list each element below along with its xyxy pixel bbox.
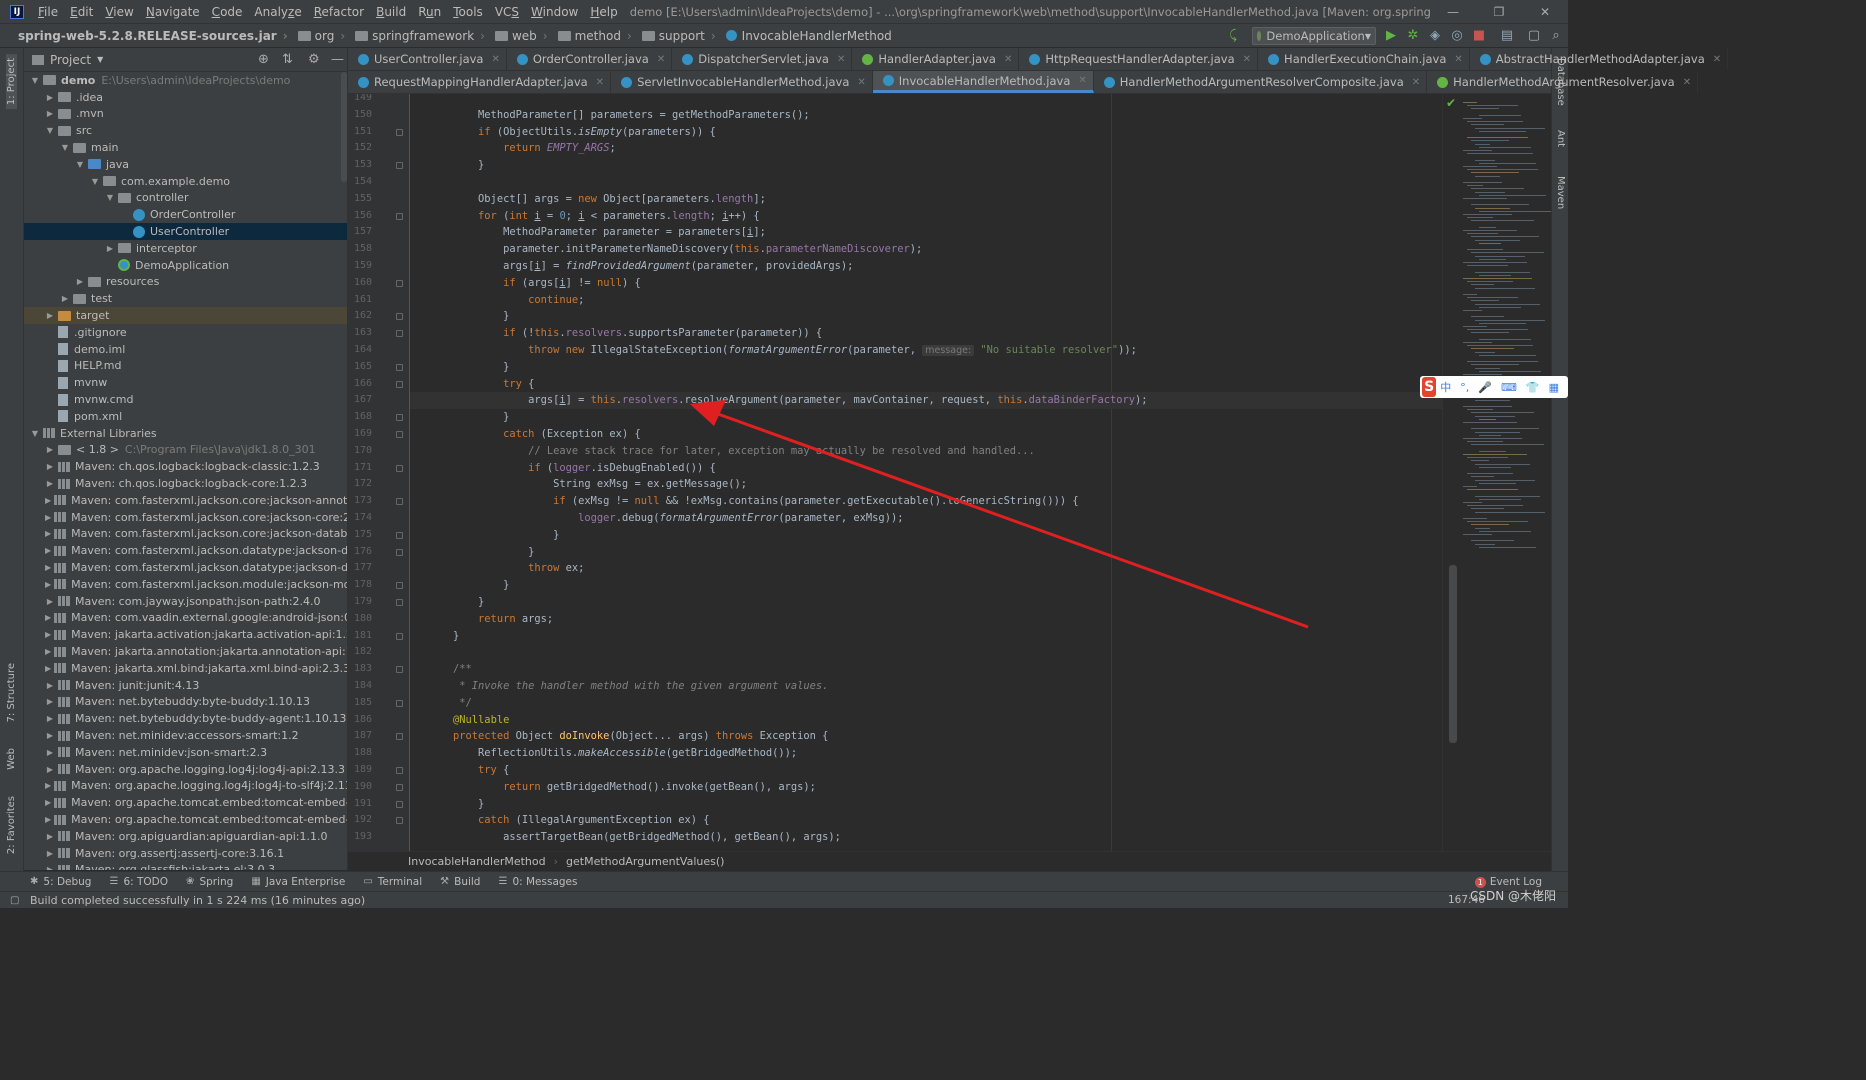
csdn-watermark: CSDN @木佬阳 bbox=[1470, 889, 1557, 903]
messages-icon: ☰ bbox=[498, 876, 508, 887]
arrow-head bbox=[690, 400, 726, 426]
close-icon[interactable]: ✕ bbox=[1713, 54, 1721, 65]
ime-skin-icon[interactable]: 👕 bbox=[1526, 381, 1540, 394]
tool-window-java-enterprise[interactable]: ▦ Java Enterprise bbox=[251, 876, 345, 888]
tool-window-label: 0: Messages bbox=[512, 875, 578, 888]
sogou-logo-icon[interactable]: S bbox=[1422, 377, 1437, 397]
ime-toolbox-icon[interactable]: ▦ bbox=[1549, 381, 1559, 394]
tool-window-bar: ✱ 5: Debug ☰ 6: TODO ❀ Spring ▦ Java Enterprise… bbox=[0, 871, 1568, 891]
editor-breadcrumb: InvocableHandlerMethod › getMethodArgume… bbox=[348, 851, 1551, 871]
breadcrumb-class[interactable]: InvocableHandlerMethod bbox=[408, 855, 546, 868]
enterprise-icon: ▦ bbox=[251, 876, 261, 887]
annotation-arrow bbox=[690, 400, 1309, 629]
tool-window-build[interactable]: ⚒ Build bbox=[440, 876, 480, 888]
tool-window-label: Build bbox=[454, 875, 481, 888]
toggle-tool-windows-icon[interactable]: ▢ bbox=[10, 895, 19, 906]
ime-keyboard-icon[interactable]: ⌨ bbox=[1501, 381, 1517, 394]
tool-window-label: Spring bbox=[199, 875, 234, 888]
tool-window-label: Terminal bbox=[377, 875, 423, 888]
tool-window-label: 6: TODO bbox=[123, 875, 169, 888]
breadcrumb-separator: › bbox=[553, 855, 559, 868]
ime-punctuation-icon[interactable]: °, bbox=[1460, 381, 1469, 394]
event-log-badge: 1 bbox=[1474, 876, 1486, 888]
status-bar: ▢ Build completed successfully in 1 s 22… bbox=[0, 891, 1568, 908]
tool-window--messages[interactable]: ☰ 0: Messages bbox=[498, 876, 577, 888]
arrow-shaft bbox=[717, 412, 1309, 629]
terminal-icon: ▭ bbox=[363, 876, 373, 887]
build-icon: ⚒ bbox=[440, 876, 450, 887]
tool-window--todo[interactable]: ☰ 6: TODO bbox=[109, 876, 168, 888]
tool-window--debug[interactable]: ✱ 5: Debug bbox=[30, 876, 91, 888]
ime-microphone-icon[interactable]: 🎤 bbox=[1478, 381, 1492, 394]
tool-window-terminal[interactable]: ▭ Terminal bbox=[363, 876, 422, 888]
close-icon[interactable]: ✕ bbox=[1683, 77, 1691, 88]
tool-window-label: 5: Debug bbox=[43, 875, 92, 888]
ime-chinese-mode[interactable]: 中 bbox=[1440, 379, 1451, 395]
tool-window-label: Java Enterprise bbox=[265, 875, 346, 888]
todo-icon: ☰ bbox=[109, 876, 119, 887]
breadcrumb-method[interactable]: getMethodArgumentValues() bbox=[566, 855, 724, 868]
status-message[interactable]: Build completed successfully in 1 s 224 … bbox=[30, 894, 365, 907]
bug-icon: ✱ bbox=[30, 876, 39, 887]
tool-window-buttons: ✱ 5: Debug ☰ 6: TODO ❀ Spring ▦ Java Enterprise… bbox=[30, 876, 595, 888]
spring-icon: ❀ bbox=[186, 876, 195, 887]
tool-window-spring[interactable]: ❀ Spring bbox=[186, 876, 233, 888]
ime-toolbar[interactable]: S 中 °, 🎤 ⌨ 👕 ▦ bbox=[1420, 376, 1568, 398]
